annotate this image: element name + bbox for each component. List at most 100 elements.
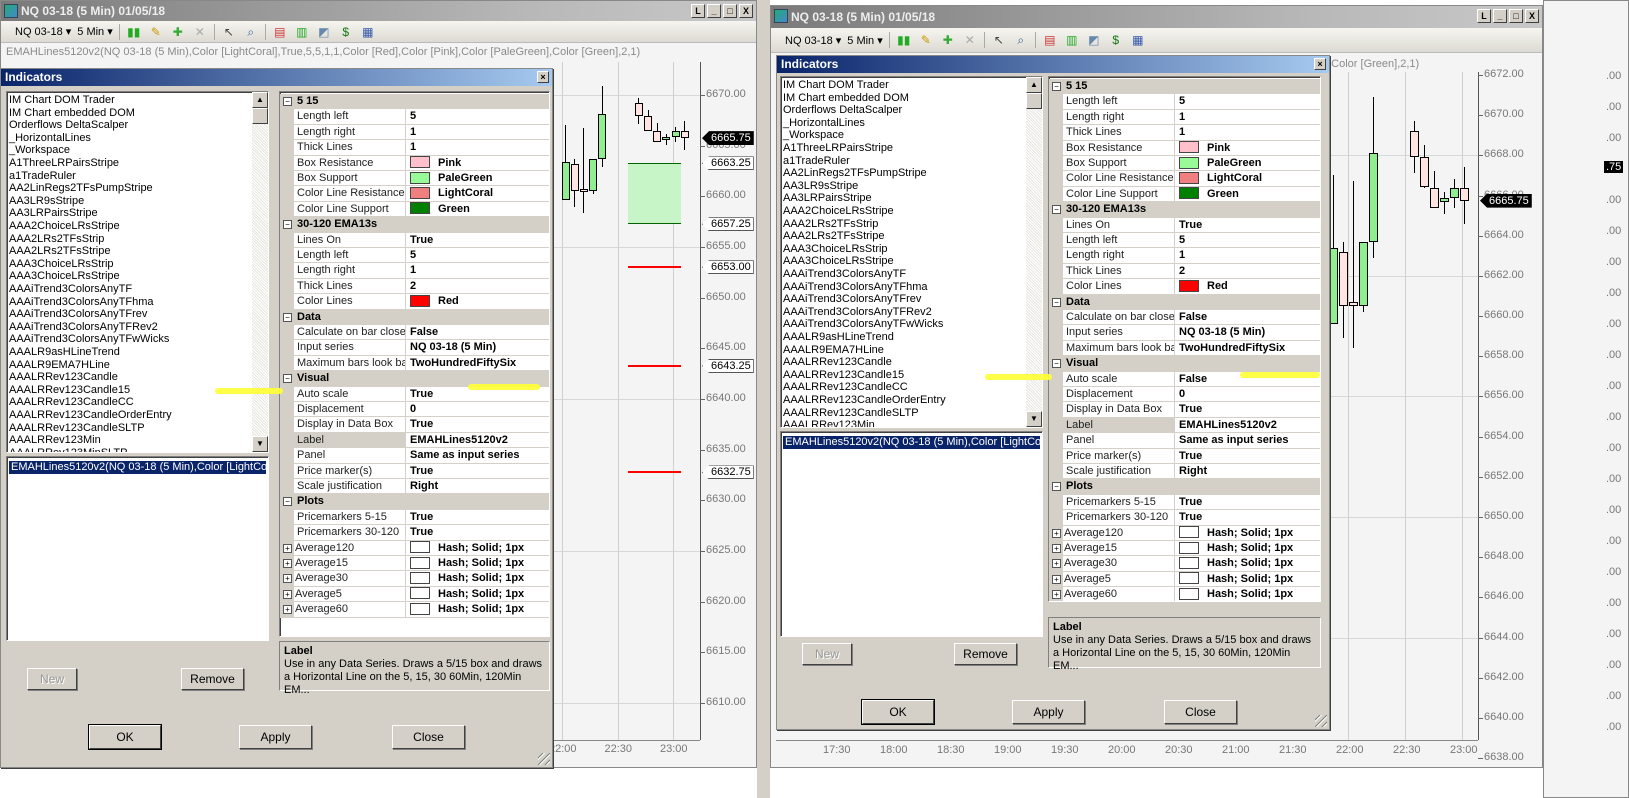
property-value[interactable]: 0: [1174, 387, 1320, 402]
resize-grip[interactable]: [1315, 715, 1327, 727]
list-item[interactable]: AA3LR9sStripe: [9, 195, 84, 208]
list-item[interactable]: AAAiTrend3ColorsAnyTFrev: [9, 308, 147, 321]
list-item[interactable]: a1TradeRuler: [9, 170, 76, 183]
list-item[interactable]: AAAiTrend3ColorsAnyTFRev2: [783, 306, 932, 319]
property-value[interactable]: Right: [1174, 464, 1320, 479]
list-item[interactable]: AAA2LRs2TFsStrip: [9, 233, 104, 246]
scroll-down-button[interactable]: ▼: [1026, 411, 1042, 427]
property-value[interactable]: True: [1174, 448, 1320, 463]
add-indicator-icon[interactable]: ✚: [940, 32, 956, 48]
list-item[interactable]: A1ThreeLRPairsStripe: [9, 157, 119, 170]
property-row[interactable]: Length left 5: [280, 109, 549, 125]
collapse-icon[interactable]: −: [283, 97, 292, 106]
expand-icon[interactable]: +: [1052, 528, 1061, 538]
property-group-header[interactable]: −30-120 EMA13s: [1049, 202, 1320, 218]
property-row[interactable]: Scale justification Right: [1049, 464, 1320, 480]
property-row[interactable]: Price marker(s) True: [280, 463, 549, 479]
expand-icon[interactable]: +: [1052, 544, 1061, 553]
property-value[interactable]: Hash; Solid; 1px: [1174, 525, 1320, 540]
layout-button[interactable]: L: [1477, 9, 1491, 23]
expand-icon[interactable]: +: [1052, 590, 1061, 600]
property-value[interactable]: 1: [1174, 248, 1320, 263]
list-item[interactable]: AAA3ChoiceLRsStripe: [9, 270, 120, 283]
property-row[interactable]: Length right 1: [280, 263, 549, 279]
list-item[interactable]: AAA3ChoiceLRsStripe: [783, 255, 894, 268]
property-value[interactable]: Hash; Solid; 1px: [405, 571, 549, 586]
ok-button[interactable]: OK: [861, 699, 935, 725]
list-item[interactable]: AAALRRev123Candle15: [783, 369, 904, 382]
property-value[interactable]: 1: [405, 263, 549, 278]
collapse-icon[interactable]: −: [1052, 359, 1061, 369]
scroll-thumb[interactable]: [252, 108, 268, 124]
list-item[interactable]: AAALRRev123Min: [9, 434, 101, 447]
property-value[interactable]: True: [1174, 510, 1320, 525]
list-item[interactable]: AA3LRPairsStripe: [783, 192, 872, 205]
configured-indicators-list[interactable]: EMAHLines5120v2(NQ 03-18 (5 Min),Color […: [780, 431, 1043, 637]
property-value[interactable]: PaleGreen: [405, 171, 549, 186]
property-value[interactable]: TwoHundredFiftySix: [405, 355, 549, 371]
property-group-header[interactable]: − Plots: [280, 494, 549, 510]
zoom-icon[interactable]: ⌕: [243, 24, 259, 40]
property-row[interactable]: Maximum bars look back TwoHundredFiftySix: [280, 355, 549, 372]
property-row[interactable]: Maximum bars look back TwoHundredFiftySix: [1049, 340, 1320, 357]
list-item[interactable]: AA3LRPairsStripe: [9, 207, 98, 220]
selected-indicator-item[interactable]: EMAHLines5120v2(NQ 03-18 (5 Min),Color […: [9, 461, 268, 474]
property-row[interactable]: Length left 5: [1049, 94, 1320, 110]
list-item[interactable]: AAALR9EMA7HLine: [9, 359, 110, 372]
cursor-icon[interactable]: ↖: [221, 24, 237, 40]
list-item[interactable]: AAALR9EMA7HLine: [783, 344, 884, 357]
expand-icon[interactable]: +: [283, 559, 292, 568]
property-value[interactable]: 1: [405, 140, 549, 155]
list-item[interactable]: _Workspace: [783, 129, 844, 142]
scroll-up-button[interactable]: ▲: [252, 92, 268, 108]
list-item[interactable]: AAAiTrend3ColorsAnyTFRev2: [9, 321, 158, 334]
property-value[interactable]: 1: [405, 124, 549, 140]
scroll-up-button[interactable]: ▲: [1026, 77, 1042, 93]
dialog-close-button[interactable]: ×: [1314, 58, 1326, 70]
close-button[interactable]: Close: [392, 725, 465, 749]
selected-indicator-item[interactable]: EMAHLines5120v2(NQ 03-18 (5 Min),Color […: [783, 436, 1042, 449]
collapse-icon[interactable]: −: [1052, 297, 1061, 307]
property-value[interactable]: 5: [1174, 94, 1320, 109]
list-item[interactable]: AAA2LRs2TFsStripe: [9, 245, 110, 258]
property-group-header[interactable]: −5 15: [1049, 79, 1320, 95]
list-item[interactable]: AA2LinRegs2TFsPumpStripe: [783, 167, 927, 180]
property-grid[interactable]: −5 15 Length left 5 Length right 1 Thick Line…: [279, 91, 550, 637]
chart-style-icon[interactable]: ▮▮: [126, 24, 142, 40]
list-item[interactable]: AAAiTrend3ColorsAnyTFhma: [9, 296, 153, 309]
property-value[interactable]: True: [405, 509, 549, 525]
property-row[interactable]: Calculate on bar close False: [280, 325, 549, 341]
property-value[interactable]: 1: [1174, 125, 1320, 140]
scroll-thumb[interactable]: [1026, 93, 1042, 109]
property-value[interactable]: 5: [405, 109, 549, 124]
property-value[interactable]: Red: [1174, 279, 1320, 294]
list-item[interactable]: AAALRRev123CandleCC: [783, 381, 908, 394]
property-row[interactable]: Box Resistance Pink: [1049, 140, 1320, 156]
collapse-icon[interactable]: −: [1052, 82, 1061, 91]
property-row[interactable]: Box Support PaleGreen: [280, 171, 549, 187]
property-row[interactable]: Displacement 0: [280, 402, 549, 418]
property-value[interactable]: Right: [405, 479, 549, 494]
property-row[interactable]: Color Line Resistance LightCoral: [280, 186, 549, 202]
property-value[interactable]: Hash; Solid; 1px: [1174, 571, 1320, 587]
property-value[interactable]: Green: [1174, 186, 1320, 202]
dollar-icon[interactable]: $: [338, 24, 354, 40]
expand-icon[interactable]: +: [283, 605, 292, 615]
property-value[interactable]: True: [1174, 217, 1320, 232]
close-button[interactable]: Close: [1164, 700, 1237, 724]
maximize-button[interactable]: □: [723, 4, 737, 18]
list-item[interactable]: AAA2LRs2TFsStripe: [783, 230, 884, 243]
property-value[interactable]: False: [1174, 310, 1320, 325]
property-row[interactable]: + Average60 Hash; Solid; 1px: [280, 602, 549, 618]
list-item[interactable]: AAALRRev123CandleSLTP: [9, 422, 145, 435]
property-group-header[interactable]: −5 15: [280, 94, 549, 110]
property-row[interactable]: Color Lines Red: [1049, 279, 1320, 295]
collapse-icon[interactable]: −: [283, 312, 292, 322]
property-row[interactable]: + Average5 Hash; Solid; 1px: [1049, 571, 1320, 588]
property-group-header[interactable]: −30-120 EMA13s: [280, 217, 549, 233]
property-value[interactable]: Same as input series: [1174, 433, 1320, 448]
expand-icon[interactable]: +: [283, 574, 292, 584]
list-item[interactable]: IM Chart DOM Trader: [783, 79, 889, 92]
expand-icon[interactable]: +: [283, 589, 292, 599]
list-item[interactable]: AA2LinRegs2TFsPumpStripe: [9, 182, 153, 195]
